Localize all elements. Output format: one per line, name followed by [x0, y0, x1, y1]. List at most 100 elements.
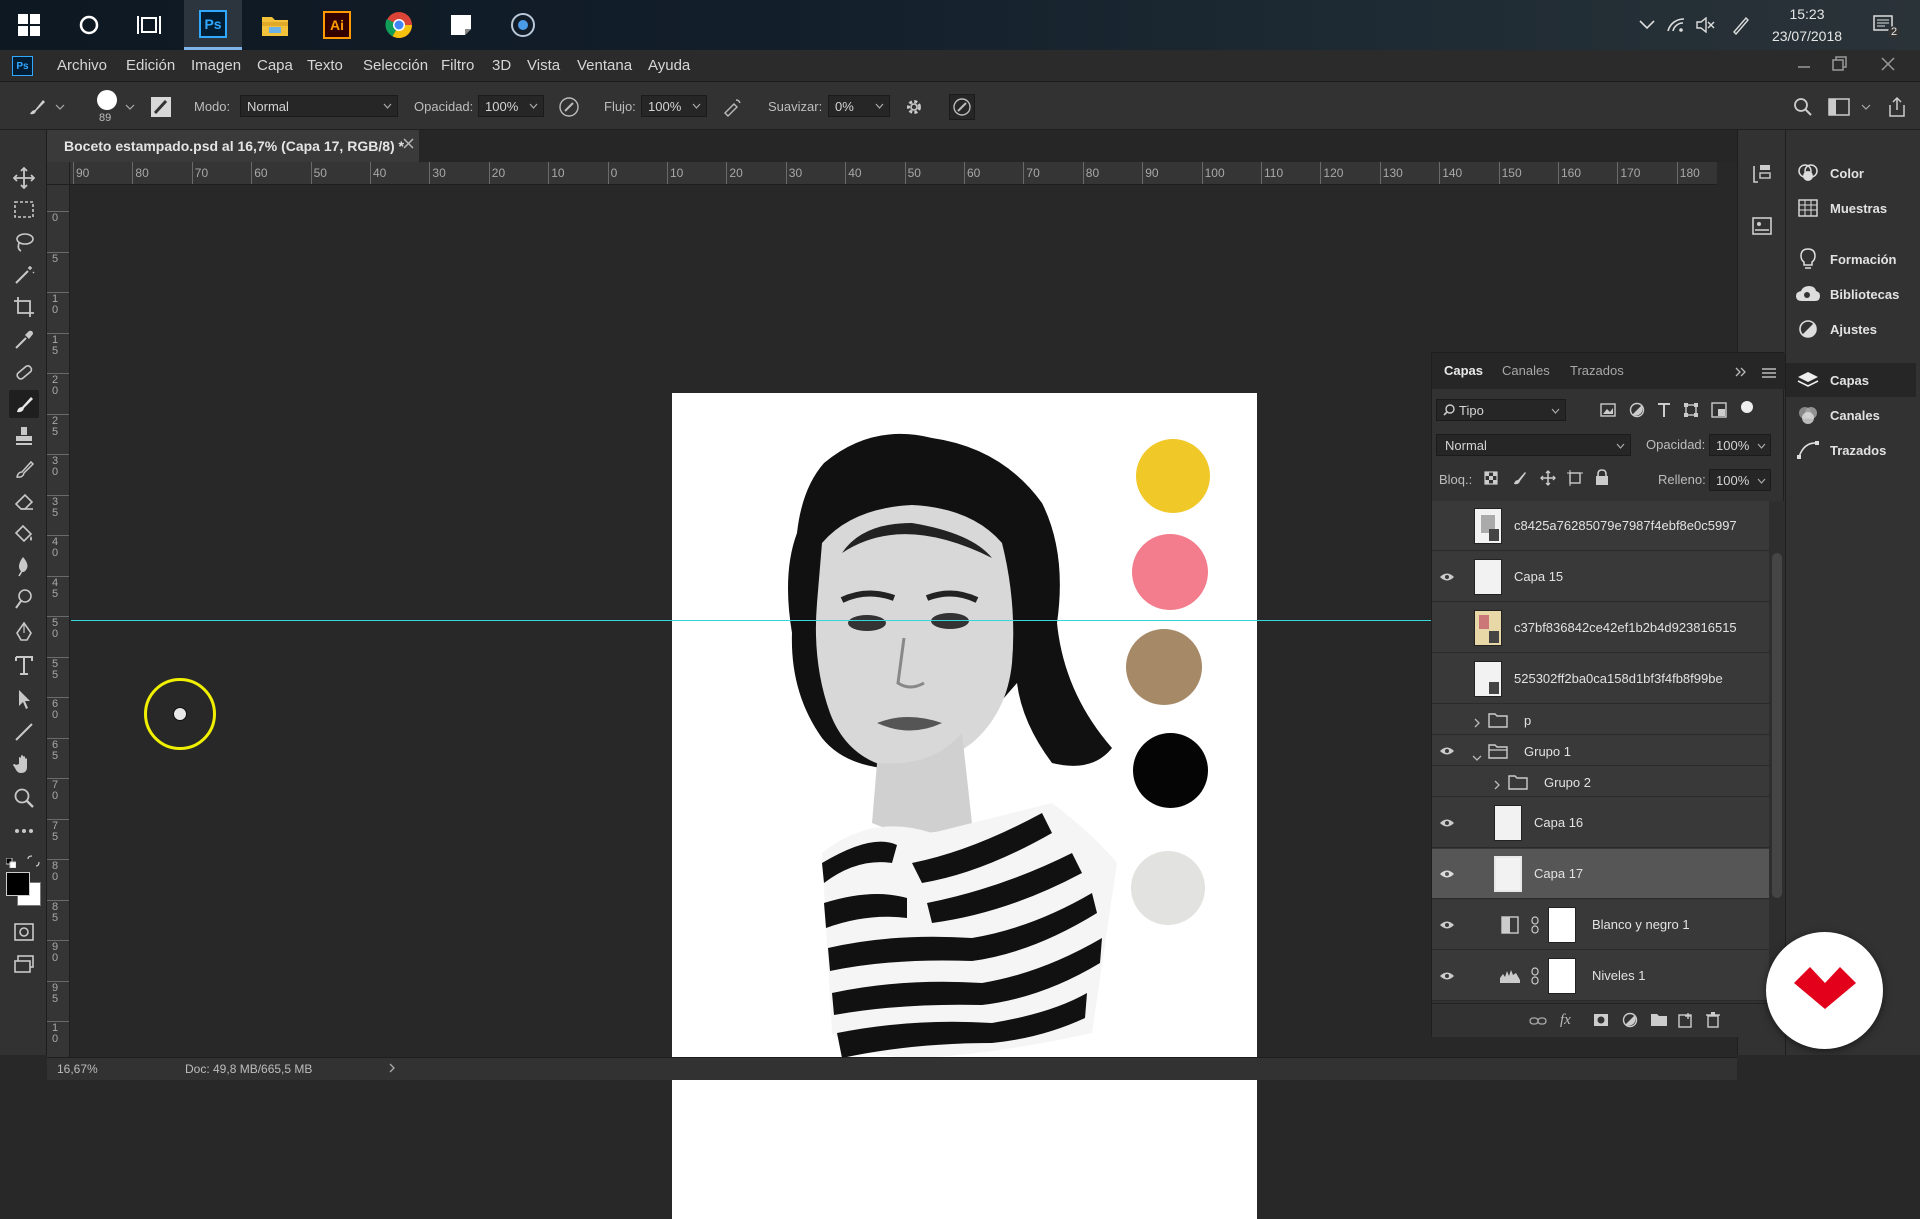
layer-mask-thumbnail[interactable] [1548, 958, 1576, 994]
media-app-icon[interactable] [494, 0, 552, 50]
panel-menu-icon[interactable] [1762, 365, 1776, 383]
search-icon[interactable] [1792, 96, 1814, 118]
layer-row[interactable]: Capa 16 [1432, 798, 1769, 848]
layer-group-row[interactable]: p [1432, 705, 1769, 735]
default-colors-icon[interactable] [5, 855, 17, 869]
quick-mask-icon[interactable] [9, 918, 39, 946]
blur-tool-icon[interactable] [9, 552, 39, 580]
panel-paths[interactable]: Trazados [1786, 433, 1916, 467]
move-tool-icon[interactable] [9, 164, 39, 192]
volume-mute-icon[interactable] [1692, 0, 1718, 50]
tab-capas[interactable]: Capas [1444, 363, 1483, 378]
foreground-color-swatch[interactable] [6, 872, 30, 896]
adjustment-layer-row[interactable]: Niveles 1 [1432, 951, 1769, 1001]
visibility-toggle[interactable] [1438, 517, 1456, 535]
panel-swatches[interactable]: Muestras [1786, 191, 1916, 225]
menu-filtro[interactable]: Filtro [441, 57, 474, 74]
task-view-icon[interactable] [120, 0, 178, 50]
new-group-icon[interactable] [1650, 1013, 1668, 1032]
magic-wand-icon[interactable] [9, 261, 39, 289]
layer-opacity-input[interactable]: 100% [1709, 434, 1771, 456]
filter-shape-icon[interactable] [1683, 402, 1699, 423]
link-layers-icon[interactable] [1529, 1014, 1547, 1032]
brush-size-preview[interactable] [97, 90, 117, 110]
more-tools-icon[interactable] [9, 817, 39, 845]
visibility-toggle[interactable] [1438, 568, 1456, 586]
status-menu-arrow-icon[interactable] [389, 1062, 395, 1076]
lock-all-icon[interactable] [1595, 469, 1609, 491]
path-selection-icon[interactable] [9, 685, 39, 713]
menu-ayuda[interactable]: Ayuda [648, 57, 690, 74]
brush-tool-preset-icon[interactable] [26, 96, 48, 118]
dodge-tool-icon[interactable] [9, 585, 39, 613]
layer-mask-thumbnail[interactable] [1548, 907, 1576, 943]
workspace-dropdown-icon[interactable] [1860, 96, 1872, 118]
pen-input-icon[interactable] [1728, 0, 1754, 50]
menu-3d[interactable]: 3D [492, 57, 511, 74]
clock[interactable]: 15:23 23/07/2018 [1762, 0, 1852, 50]
layer-row[interactable]: Capa 15 [1432, 552, 1769, 602]
filter-pixel-icon[interactable] [1600, 403, 1616, 422]
sticky-notes-icon[interactable] [432, 0, 490, 50]
link-icon[interactable] [1531, 967, 1539, 990]
tab-trazados[interactable]: Trazados [1570, 363, 1624, 378]
lock-position-icon[interactable] [1540, 470, 1556, 491]
zoom-tool-icon[interactable] [9, 784, 39, 812]
vertical-ruler[interactable]: 0 5 1 0 1 5 2 0 2 5 3 0 3 5 4 0 4 5 5 0 5 5 6 0 6 5 7 … [47, 185, 70, 1057]
layer-row-selected[interactable]: Capa 17 [1432, 849, 1769, 899]
lock-transparency-icon[interactable] [1484, 471, 1498, 490]
eraser-icon[interactable] [9, 487, 39, 515]
screen-mode-icon[interactable] [9, 950, 39, 978]
cortana-icon[interactable] [60, 0, 118, 50]
illustrator-taskbar-icon[interactable]: Ai [308, 0, 366, 50]
windows-start-icon[interactable] [0, 0, 58, 50]
new-layer-icon[interactable] [1678, 1012, 1694, 1033]
layer-row[interactable]: c8425a76285079e7987f4ebf8e0c5997 [1432, 501, 1769, 551]
clone-stamp-icon[interactable] [9, 422, 39, 450]
layer-filter-select[interactable]: Tipo [1436, 399, 1566, 421]
filter-adjustment-icon[interactable] [1629, 402, 1645, 423]
zoom-level[interactable]: 16,67% [57, 1062, 98, 1076]
preset-dropdown-icon[interactable] [54, 96, 66, 118]
layer-group-row[interactable]: Grupo 2 [1432, 767, 1769, 797]
eyedropper-icon[interactable] [9, 326, 39, 354]
airbrush-icon[interactable] [722, 96, 744, 118]
close-tab-icon[interactable] [403, 136, 414, 152]
photoshop-taskbar-icon[interactable]: Ps [184, 0, 242, 50]
menu-ventana[interactable]: Ventana [577, 57, 632, 74]
menu-texto[interactable]: Texto [307, 57, 343, 74]
file-explorer-icon[interactable] [246, 0, 304, 50]
marquee-tool-icon[interactable] [9, 196, 39, 224]
panel-adjustments[interactable]: Ajustes [1786, 312, 1916, 346]
menu-imagen[interactable]: Imagen [191, 57, 241, 74]
adjustment-layer-row[interactable]: Blanco y negro 1 [1432, 900, 1769, 950]
layer-blend-mode-select[interactable]: Normal [1436, 434, 1631, 456]
menu-vista[interactable]: Vista [527, 57, 560, 74]
visibility-toggle[interactable] [1438, 967, 1456, 985]
pressure-size-icon[interactable] [949, 94, 975, 120]
line-tool-icon[interactable] [9, 718, 39, 746]
chevron-up-icon[interactable] [1634, 0, 1660, 50]
scrollbar-thumb[interactable] [1772, 553, 1782, 898]
fill-input[interactable]: 100% [1709, 469, 1771, 491]
artboard[interactable] [672, 393, 1257, 1219]
pen-tool-icon[interactable] [9, 618, 39, 646]
visibility-toggle[interactable] [1438, 742, 1456, 760]
visibility-toggle[interactable] [1438, 916, 1456, 934]
fx-icon[interactable]: fx [1560, 1012, 1571, 1029]
mode-select[interactable]: Normal [240, 95, 398, 117]
horizontal-guide[interactable] [71, 620, 1431, 621]
panel-learn[interactable]: Formación [1786, 242, 1916, 276]
flow-input[interactable]: 100% [641, 95, 707, 117]
gear-icon[interactable] [903, 96, 925, 118]
filter-toggle[interactable] [1741, 401, 1753, 413]
lasso-tool-icon[interactable] [9, 228, 39, 256]
tab-canales[interactable]: Canales [1502, 363, 1550, 378]
visibility-toggle[interactable] [1438, 670, 1456, 688]
healing-brush-icon[interactable] [9, 358, 39, 386]
chevron-right-icon[interactable] [1474, 715, 1480, 733]
minimize-icon[interactable] [1797, 58, 1811, 72]
lock-pixels-icon[interactable] [1512, 470, 1528, 491]
link-icon[interactable] [1531, 916, 1539, 939]
close-window-icon[interactable] [1880, 56, 1896, 72]
